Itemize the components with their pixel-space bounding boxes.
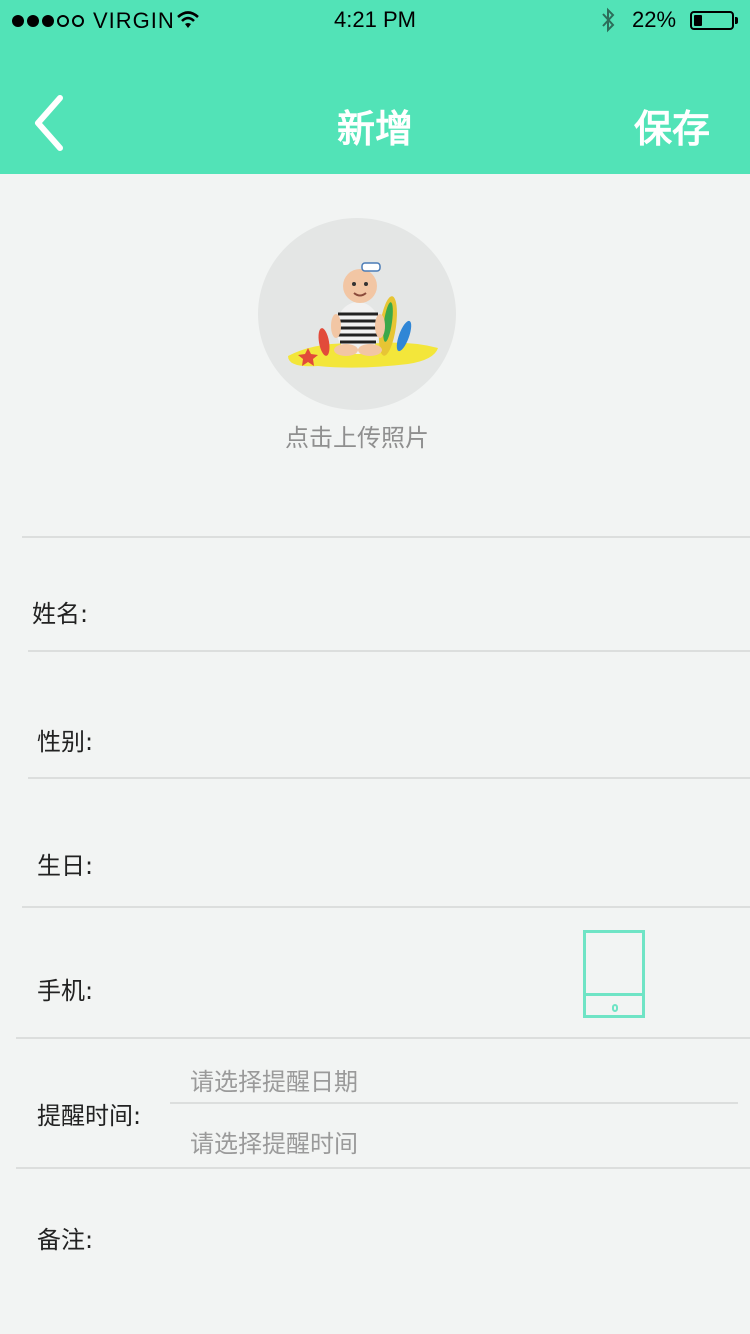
phone-label: 手机: — [37, 977, 94, 1005]
divider — [170, 1102, 738, 1104]
name-input[interactable] — [130, 580, 730, 640]
phone-icon-home-button — [612, 1004, 618, 1012]
divider — [28, 650, 750, 652]
status-bar: VIRGIN 4:21 PM 22% — [0, 0, 750, 40]
avatar-upload[interactable] — [258, 218, 456, 410]
gender-label: 性别: — [37, 728, 94, 756]
birthday-label: 生日: — [37, 852, 94, 880]
phone-icon-bar — [586, 993, 642, 996]
reminder-time-label: 提醒时间: — [37, 1102, 142, 1130]
phone-input[interactable] — [130, 957, 570, 1017]
baby-photo — [288, 262, 438, 368]
divider — [16, 1167, 750, 1169]
phone-contacts-icon[interactable] — [583, 930, 645, 1018]
battery-icon — [690, 11, 734, 30]
bluetooth-icon — [602, 7, 615, 33]
birthday-input[interactable] — [130, 832, 730, 892]
upload-photo-hint: 点击上传照片 — [285, 424, 429, 452]
reminder-date-picker[interactable]: 请选择提醒日期 — [190, 1062, 358, 1097]
save-button[interactable]: 保存 — [634, 98, 710, 153]
notes-label: 备注: — [37, 1226, 94, 1254]
battery-nub — [735, 17, 738, 24]
divider — [16, 1037, 750, 1039]
gender-input[interactable] — [130, 708, 730, 768]
divider — [22, 536, 750, 538]
battery-level — [694, 15, 702, 26]
divider — [22, 906, 750, 908]
notes-input[interactable] — [130, 1206, 730, 1306]
battery-percent: 22% — [632, 7, 677, 32]
name-label: 姓名: — [32, 600, 89, 628]
divider — [28, 777, 750, 779]
app-header: VIRGIN 4:21 PM 22% 新增 保存 — [0, 0, 750, 174]
reminder-time-picker[interactable]: 请选择提醒时间 — [190, 1124, 358, 1159]
